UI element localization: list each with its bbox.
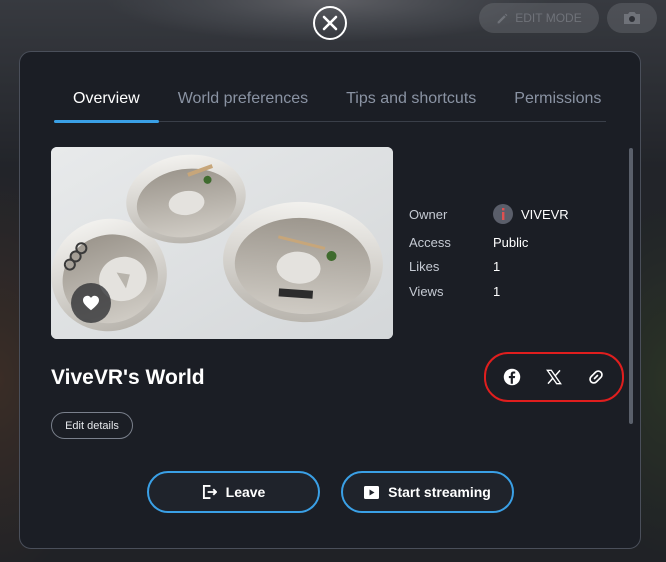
heart-icon [83, 295, 99, 311]
world-info-table: Owner VIVEVR Access Public Likes 1 Views… [409, 198, 569, 304]
close-icon [322, 15, 338, 31]
close-modal-button[interactable] [313, 6, 347, 40]
link-icon[interactable] [586, 367, 606, 387]
access-label: Access [409, 234, 451, 250]
tab-permissions[interactable]: Permissions [495, 82, 620, 122]
likes-label: Likes [409, 259, 440, 275]
edit-mode-label: EDIT MODE [515, 11, 582, 25]
tab-tips-and-shortcuts[interactable]: Tips and shortcuts [327, 82, 495, 122]
start-streaming-label: Start streaming [388, 484, 491, 500]
owner-label: Owner [409, 206, 448, 222]
user-icon [502, 208, 505, 220]
tab-overview[interactable]: Overview [54, 82, 159, 123]
owner-value[interactable]: VIVEVR [521, 207, 569, 222]
views-row: Views 1 [409, 279, 569, 304]
pencil-icon [497, 13, 508, 23]
access-row: Access Public [409, 230, 569, 255]
camera-icon [624, 12, 640, 24]
owner-avatar[interactable] [493, 204, 513, 224]
likes-value: 1 [493, 259, 501, 275]
owner-row: Owner VIVEVR [409, 198, 569, 230]
leave-button[interactable]: Leave [147, 471, 320, 513]
play-icon [364, 485, 380, 499]
world-preview-image [51, 147, 393, 339]
tab-world-preferences[interactable]: World preferences [159, 82, 327, 122]
like-button[interactable] [71, 283, 111, 323]
access-value: Public [493, 234, 529, 250]
camera-button[interactable] [607, 3, 657, 33]
views-value: 1 [493, 283, 501, 299]
exit-icon [202, 485, 217, 499]
start-streaming-button[interactable]: Start streaming [341, 471, 514, 513]
likes-row: Likes 1 [409, 255, 569, 280]
leave-label: Leave [225, 484, 266, 500]
scrollbar[interactable] [629, 148, 633, 424]
world-title: ViveVR's World [51, 366, 205, 389]
edit-mode-button[interactable]: EDIT MODE [479, 3, 599, 33]
world-info-modal: Overview World preferences Tips and shor… [19, 51, 641, 549]
views-label: Views [409, 283, 444, 299]
owner-value-wrap: VIVEVR [493, 204, 569, 224]
share-buttons-group [484, 352, 624, 402]
edit-details-button[interactable]: Edit details [51, 412, 133, 439]
tab-bar: Overview World preferences Tips and shor… [54, 82, 606, 123]
facebook-icon[interactable] [502, 367, 522, 387]
x-icon[interactable] [544, 367, 564, 387]
